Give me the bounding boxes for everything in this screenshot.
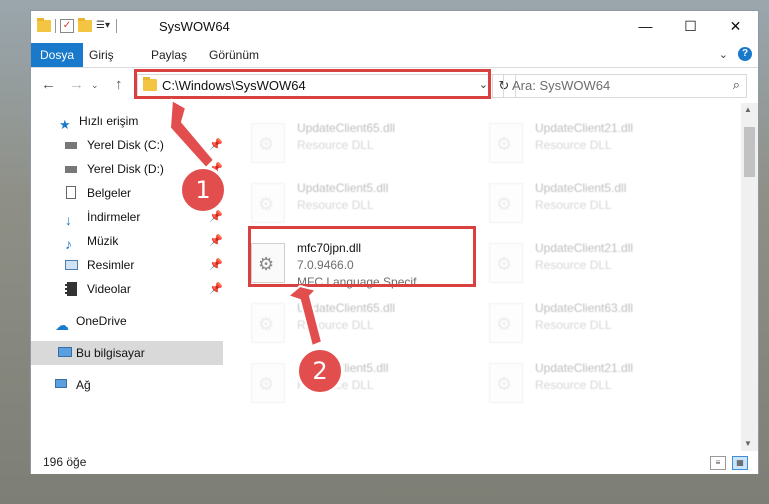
callout-arrows	[168, 98, 324, 348]
step-1-badge: 1	[179, 166, 227, 214]
arrow-to-file	[285, 284, 324, 348]
step-2-badge: 2	[296, 347, 344, 395]
arrow-to-address-bar	[168, 98, 216, 170]
